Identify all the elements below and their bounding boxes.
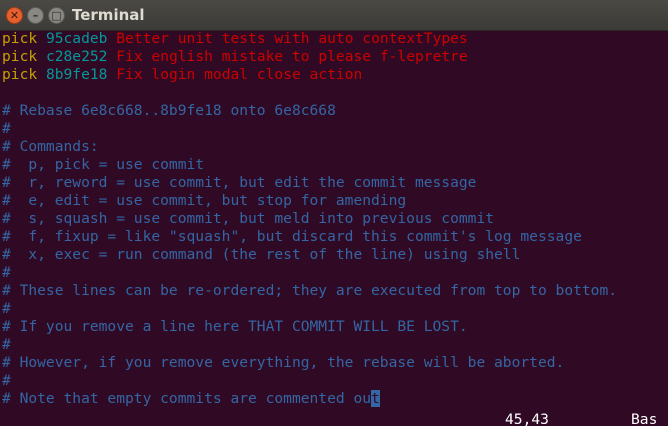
comment-line: # x, exec = run command (the rest of the…: [2, 246, 521, 263]
comment-line-last: # Note that empty commits are commented …: [2, 390, 380, 408]
rebase-todo-line: pick 8b9fe18 Fix login modal close actio…: [2, 66, 362, 84]
comment-line: # Commands:: [2, 138, 99, 155]
title-bar: ✕ – □ Terminal: [0, 0, 668, 31]
comment-line: #: [2, 336, 11, 353]
comment-line: # p, pick = use commit: [2, 156, 205, 173]
pick-command: pick: [2, 30, 38, 47]
scroll-position: Bas: [631, 411, 658, 426]
commit-hash: 8b9fe18: [45, 66, 108, 83]
commit-hash: c28e252: [45, 48, 108, 65]
comment-line: #: [2, 300, 11, 317]
comment-line: #: [2, 120, 11, 137]
close-icon[interactable]: ✕: [6, 7, 23, 24]
pick-command: pick: [2, 48, 38, 65]
terminal-content[interactable]: pick 95cadeb Better unit tests with auto…: [0, 30, 668, 426]
comment-text: # Note that empty commits are commented …: [2, 390, 372, 407]
comment-line: # These lines can be re-ordered; they ar…: [2, 282, 618, 299]
comment-line: # However, if you remove everything, the…: [2, 354, 565, 371]
comment-line: #: [2, 372, 11, 389]
rebase-todo-line: pick c28e252 Fix english mistake to plea…: [2, 48, 468, 66]
comment-line: # Rebase 6e8c668..8b9fe18 onto 6e8c668: [2, 102, 336, 119]
maximize-icon[interactable]: □: [48, 7, 65, 24]
comment-line: # e, edit = use commit, but stop for ame…: [2, 192, 407, 209]
minimize-icon[interactable]: –: [27, 7, 44, 24]
comment-line: # s, squash = use commit, but meld into …: [2, 210, 495, 227]
commit-hash: 95cadeb: [45, 30, 108, 47]
terminal-window: ✕ – □ Terminal pick 95cadeb Better unit …: [0, 0, 668, 426]
text-cursor: t: [371, 390, 380, 407]
pick-command: pick: [2, 66, 38, 83]
comment-line: # r, reword = use commit, but edit the c…: [2, 174, 477, 191]
comment-line: # If you remove a line here THAT COMMIT …: [2, 318, 468, 335]
commit-message: Fix english mistake to please f-lepretre: [116, 48, 468, 65]
comment-line: #: [2, 264, 11, 281]
window-title: Terminal: [72, 6, 145, 24]
comment-line: # f, fixup = like "squash", but discard …: [2, 228, 582, 245]
cursor-position: 45,43: [505, 411, 549, 426]
commit-message: Better unit tests with auto contextTypes: [116, 30, 468, 47]
commit-message: Fix login modal close action: [116, 66, 363, 83]
rebase-todo-line: pick 95cadeb Better unit tests with auto…: [2, 30, 468, 48]
